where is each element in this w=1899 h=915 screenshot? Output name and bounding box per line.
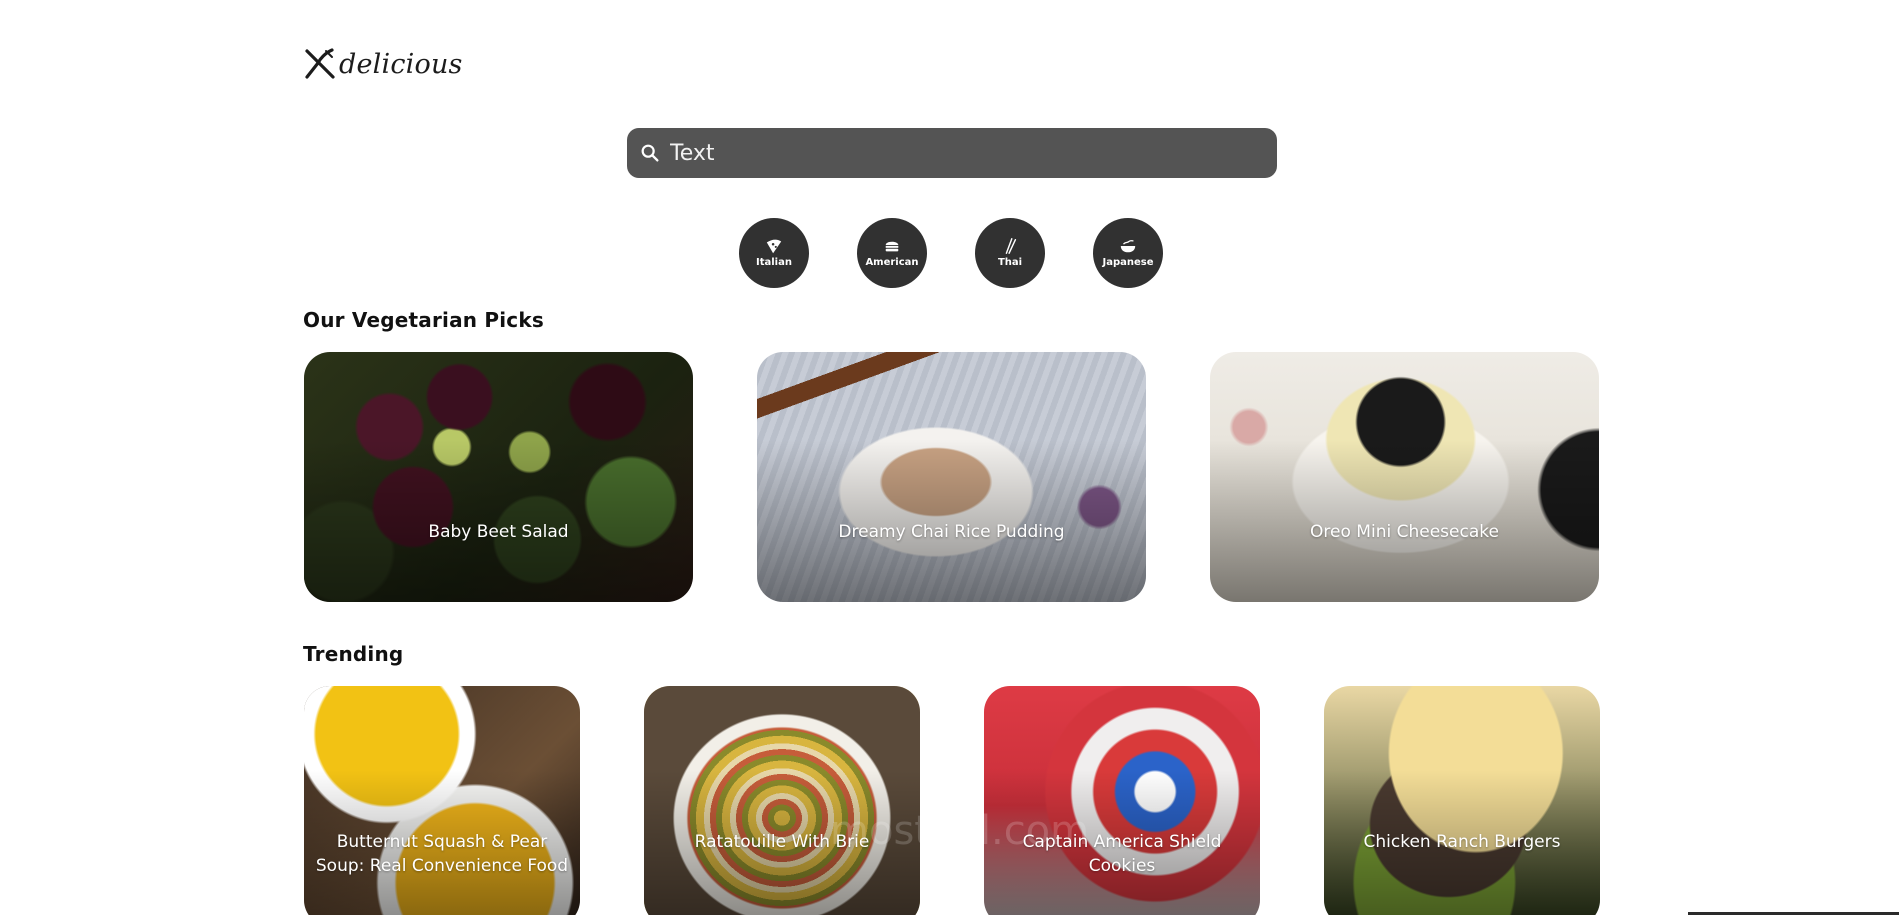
cuisine-japanese[interactable]: Japanese: [1093, 218, 1163, 288]
cuisine-label: Thai: [997, 257, 1023, 268]
cuisine-label: Italian: [756, 257, 792, 268]
cuisine-label: Japanese: [1102, 257, 1154, 268]
trending-section-title: Trending: [303, 642, 404, 666]
fork-knife-icon: [303, 47, 337, 81]
chopsticks-icon: [1001, 237, 1019, 257]
pizza-icon: [765, 237, 783, 257]
recipe-title: Captain America Shield Cookies: [1022, 832, 1222, 876]
cuisine-label: American: [865, 257, 919, 268]
recipe-title: Ratatouille With Brie: [694, 832, 870, 852]
cuisine-italian[interactable]: Italian: [739, 218, 809, 288]
recipe-card-oreo-mini-cheesecake[interactable]: Oreo Mini Cheesecake: [1210, 352, 1599, 602]
search-bar[interactable]: [627, 128, 1277, 178]
brand-logo[interactable]: delicious: [303, 44, 463, 84]
recipe-card-butternut-squash-soup[interactable]: Butternut Squash & Pear Soup: Real Conve…: [304, 686, 580, 915]
recipe-card-chai-rice-pudding[interactable]: Dreamy Chai Rice Pudding: [757, 352, 1146, 602]
cuisine-nav: Italian American Thai Japanese: [739, 218, 1163, 288]
recipe-card-ratatouille[interactable]: Ratatouille With Brie: [644, 686, 920, 915]
recipe-card-baby-beet-salad[interactable]: Baby Beet Salad: [304, 352, 693, 602]
cuisine-thai[interactable]: Thai: [975, 218, 1045, 288]
recipe-title: Dreamy Chai Rice Pudding: [838, 522, 1065, 542]
recipe-title: Oreo Mini Cheesecake: [1310, 522, 1499, 542]
recipe-title: Chicken Ranch Burgers: [1363, 832, 1561, 852]
recipe-title: Baby Beet Salad: [428, 522, 569, 542]
burger-icon: [883, 237, 901, 257]
vegetarian-section-title: Our Vegetarian Picks: [303, 308, 544, 332]
app-root: delicious Italian American: [0, 0, 1899, 915]
recipe-title: Butternut Squash & Pear Soup: Real Conve…: [315, 832, 569, 876]
brand-name: delicious: [339, 48, 463, 80]
cuisine-american[interactable]: American: [857, 218, 927, 288]
search-icon: [639, 142, 661, 164]
recipe-card-captain-america-cookies[interactable]: Captain America Shield Cookies: [984, 686, 1260, 915]
noodle-bowl-icon: [1119, 237, 1137, 257]
recipe-card-chicken-ranch-burgers[interactable]: Chicken Ranch Burgers: [1324, 686, 1600, 915]
search-input[interactable]: [670, 140, 1250, 166]
